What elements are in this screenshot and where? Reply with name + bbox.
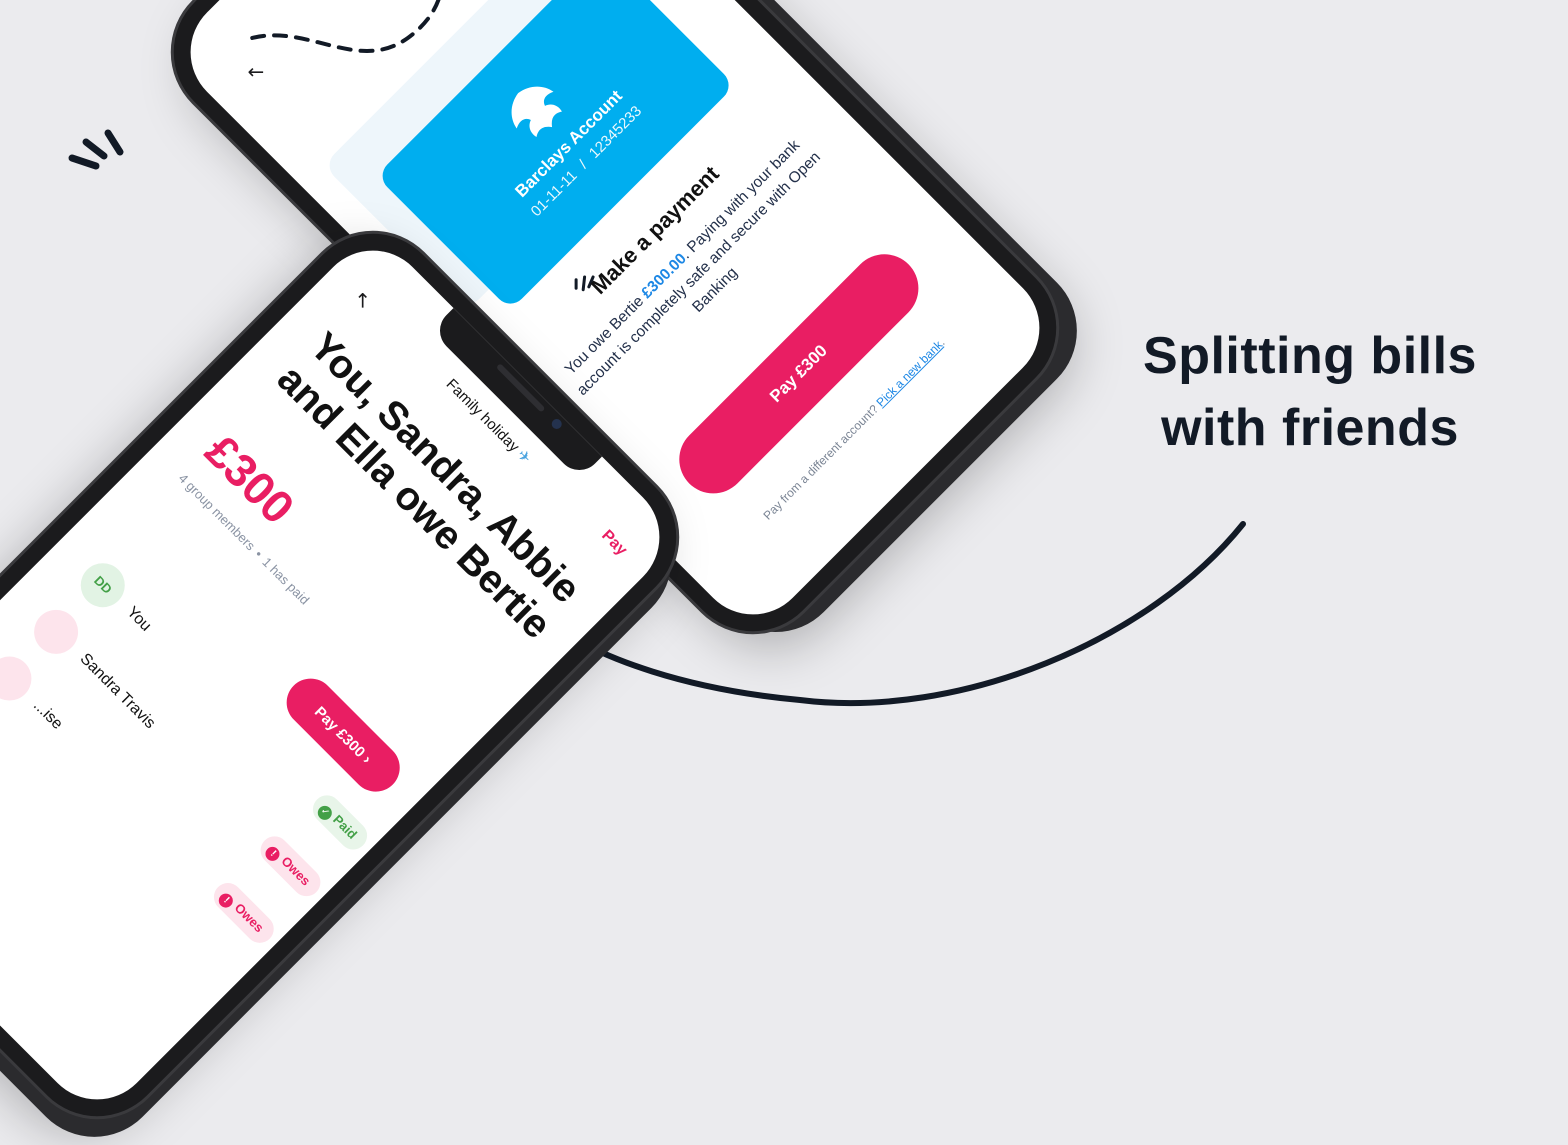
status-badge: !Owes <box>208 877 280 949</box>
bank-account-details: 01-11-11 / 12345233 <box>468 43 705 280</box>
pay-group-button-label: Pay £300 <box>311 703 369 761</box>
headline-line-2: with friends <box>1161 399 1459 457</box>
status-label: Owes <box>231 900 267 936</box>
avatar <box>24 600 88 663</box>
camera <box>549 416 564 432</box>
avatar <box>0 647 41 710</box>
headline-line-1: Splitting bills <box>1143 327 1477 385</box>
sparkle-lines-icon <box>68 129 124 170</box>
member-name: ...ise <box>29 696 66 733</box>
paid-count: 1 has paid <box>259 554 313 608</box>
speaker <box>495 363 546 413</box>
status-label: Paid <box>330 811 361 842</box>
status-badge: ✓Paid <box>306 789 373 856</box>
headline: Splitting bills with friends <box>1100 320 1520 464</box>
status-badge: !Owes <box>255 830 327 902</box>
group-amount: £300 <box>195 424 305 534</box>
account-separator: / <box>575 157 591 173</box>
pick-new-bank-link[interactable]: Pick a new bank <box>874 338 946 410</box>
avatar: DD <box>71 554 134 617</box>
member-name: You <box>123 603 155 635</box>
airplane-icon: ✈ <box>513 446 535 468</box>
status-label: Owes <box>278 853 314 889</box>
